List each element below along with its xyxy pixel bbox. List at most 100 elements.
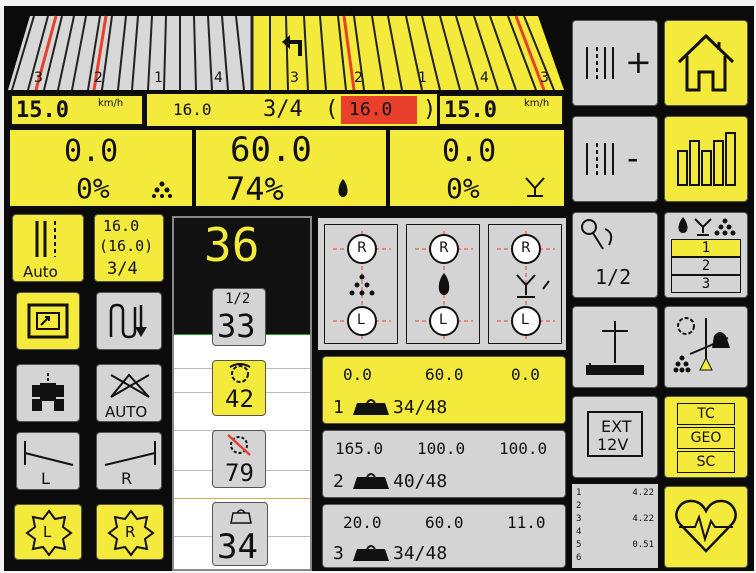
stats-row-number: 2	[576, 501, 582, 511]
speed-right-box: 15.0 km/h	[438, 94, 564, 126]
hopper-v1: 165.0	[335, 439, 384, 458]
row-label: 2	[354, 70, 363, 86]
hopper-v1: 20.0	[343, 513, 382, 532]
stats-row: 1 4.22	[576, 488, 654, 501]
isobus-mode-button[interactable]: TC GEO SC	[664, 396, 748, 478]
speed-left-box: 15.0 km/h	[10, 94, 144, 126]
hopper-v3: 100.0	[499, 439, 548, 458]
home-button[interactable]	[664, 20, 748, 106]
row-label: 2	[94, 70, 103, 86]
product-percent: 0%	[76, 172, 110, 205]
tramline-icon	[35, 221, 56, 257]
metering-panel: R L R L R L	[318, 218, 566, 350]
stats-row: 4	[576, 527, 654, 540]
hopper-row-3[interactable]: 20.0 60.0 11.0 3 34/48	[322, 504, 566, 568]
half-width-counter[interactable]: 1/2 33	[212, 288, 266, 346]
stats-row-value: 0.51	[632, 540, 654, 550]
tramline-row: 1	[671, 239, 741, 257]
auto-section-button[interactable]: Auto	[12, 214, 84, 282]
row-label: 3	[34, 70, 43, 86]
rows-icon	[586, 143, 614, 175]
product-box-seed[interactable]: 60.0 74%	[196, 130, 386, 208]
meter-r-label: R	[439, 240, 449, 256]
counter-main-value: 36	[204, 218, 260, 272]
markers-auto-icon	[110, 373, 150, 398]
hopper-fill: 34/48	[393, 397, 448, 418]
add-row-button[interactable]: +	[572, 20, 658, 106]
speed-left-value: 15.0	[16, 98, 69, 123]
row-label: 1	[418, 70, 427, 86]
product-value: 0.0	[64, 134, 119, 169]
tc-label: TC	[677, 403, 735, 425]
rate-open-paren: (	[325, 97, 339, 122]
hopper-row-1[interactable]: 0.0 60.0 0.0 1 34/48	[322, 356, 566, 424]
seeder-row-graphic[interactable]: 3 2 1 4 3 2 1 4 3	[8, 10, 564, 90]
hopper-index: 3	[333, 543, 344, 564]
product-box-microgranulate[interactable]: 0.0 0%	[390, 130, 564, 206]
remove-row-button[interactable]: -	[572, 116, 658, 202]
auto-steer-label: AUTO	[105, 403, 148, 421]
marker-arm-icon	[586, 321, 644, 375]
right-marker-label: R	[121, 469, 133, 488]
diagnostics-button[interactable]	[664, 486, 748, 568]
rows-icon	[586, 47, 614, 79]
right-lift-label: R	[125, 523, 136, 541]
row-label: 1	[154, 70, 163, 86]
half-label: 1/2	[595, 265, 632, 289]
blocked-counter[interactable]: 79	[212, 430, 266, 488]
meter-seed[interactable]: R L	[406, 224, 480, 344]
left-marker-button[interactable]: L	[16, 432, 80, 490]
rate-top: 16.0	[103, 217, 140, 235]
calibration-button[interactable]	[664, 306, 748, 388]
rate-adjust-button[interactable]: 16.0 (16.0) 3/4	[94, 214, 164, 282]
hopper-weight-icon	[353, 545, 389, 561]
stats-row: 3 4.22	[576, 514, 654, 527]
rotor-counter[interactable]: 42	[212, 360, 266, 416]
meter-fertilizer[interactable]: R L	[324, 224, 398, 344]
half-width-button[interactable]: 1/2	[572, 212, 658, 298]
tractor-icon	[32, 373, 64, 411]
hopper-counter[interactable]: 34	[212, 502, 268, 567]
half-width-icon	[581, 219, 613, 250]
ext-12v-button[interactable]: EXT 12V	[572, 396, 658, 478]
auto-steer-button[interactable]: AUTO	[96, 364, 162, 422]
rate-bar[interactable]: 16.0 3/4 ( 16.0 )	[147, 94, 437, 126]
hopper-v3: 0.0	[511, 365, 540, 384]
speed-right-unit: km/h	[524, 98, 550, 109]
marker-arm-button[interactable]	[572, 306, 658, 388]
meter-microgranulate[interactable]: R L	[488, 224, 562, 344]
tractor-button[interactable]	[16, 364, 80, 422]
stats-row-number: 4	[576, 527, 582, 537]
calibration-scale-icon	[673, 317, 730, 373]
target-rate-value: 16.0	[341, 96, 417, 124]
stats-row-number: 1	[576, 488, 582, 498]
product-value: 60.0	[230, 130, 312, 170]
rate-bottom: 3/4	[107, 259, 138, 279]
stats-row-number: 3	[576, 514, 582, 524]
fertilizer-icon	[152, 181, 172, 198]
right-lift-button[interactable]: R	[96, 504, 164, 560]
right-marker-button[interactable]: R	[96, 432, 162, 490]
sc-label: SC	[677, 451, 735, 473]
auto-label: Auto	[23, 263, 58, 281]
meter-r-label: R	[521, 240, 531, 256]
row-label: 4	[214, 70, 223, 86]
field-map-button[interactable]	[16, 292, 80, 350]
row-label: 3	[540, 70, 549, 86]
hopper-weight-icon	[353, 473, 389, 489]
stats-row-number: 5	[576, 540, 582, 550]
stats-row-value: 4.22	[632, 514, 654, 524]
microgranulate-icon	[525, 177, 545, 197]
headland-button[interactable]	[96, 292, 162, 350]
hopper-row-2[interactable]: 165.0 100.0 100.0 2 40/48	[322, 430, 566, 498]
hopper-value: 34	[217, 527, 258, 567]
tramline-row: 2	[671, 257, 741, 275]
left-lift-button[interactable]: L	[14, 504, 82, 560]
products-icon	[678, 217, 736, 236]
product-box-fertilizer[interactable]: 0.0 0%	[10, 130, 192, 206]
hopper-v2: 60.0	[425, 513, 464, 532]
hopper-v1: 0.0	[343, 365, 372, 384]
tramline-select-button[interactable]: 1 2 3	[664, 212, 748, 298]
rate-fraction: 3/4	[263, 97, 303, 122]
section-bars-button[interactable]	[664, 116, 748, 202]
